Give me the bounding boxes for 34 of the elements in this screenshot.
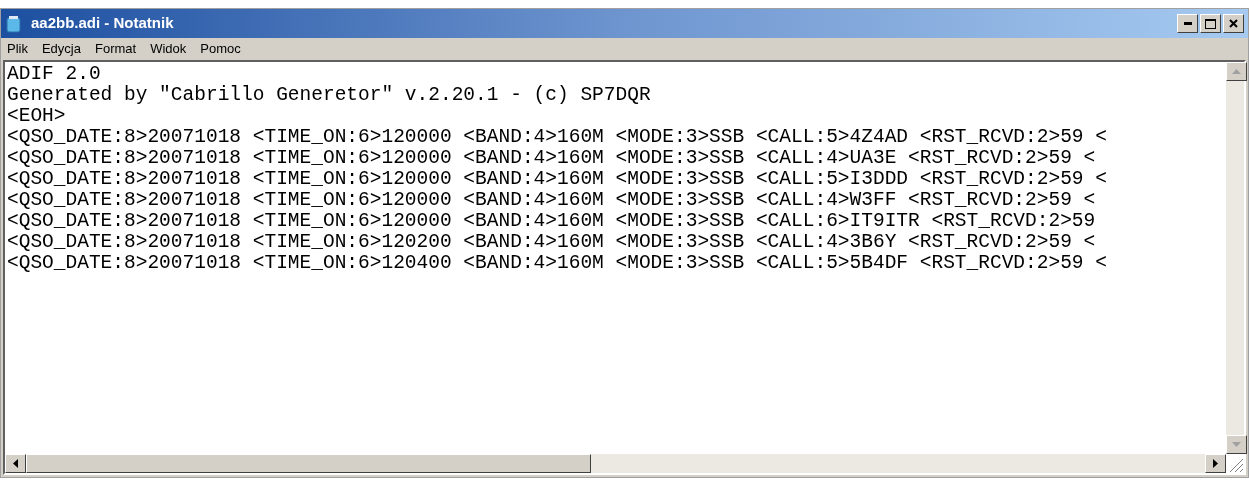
notepad-icon	[5, 14, 23, 33]
close-icon	[1229, 19, 1238, 28]
minimize-icon	[1183, 22, 1192, 25]
scroll-thumb[interactable]	[26, 454, 591, 473]
horizontal-scrollbar[interactable]	[5, 454, 1226, 473]
text-line: ADIF 2.0	[7, 64, 101, 85]
text-line: <QSO_DATE:8>20071018 <TIME_ON:6>120000 <BAND:4>160M <MODE:3>SSB <CALL:4>UA3E <RST_RCVD:2>59 <	[7, 148, 1096, 169]
menu-item[interactable]: Format	[95, 39, 137, 59]
text-line: <QSO_DATE:8>20071018 <TIME_ON:6>120000 <BAND:4>160M <MODE:3>SSB <CALL:6>IT9ITR <RST_RCVD:2>59	[7, 211, 1096, 232]
menu-item[interactable]: Plik	[7, 39, 28, 59]
close-button[interactable]	[1223, 14, 1244, 33]
right-arrow-icon	[1213, 459, 1218, 468]
down-arrow-icon	[1232, 442, 1241, 447]
maximize-icon	[1205, 18, 1216, 29]
scroll-up-button[interactable]	[1226, 62, 1247, 81]
scroll-down-button[interactable]	[1226, 435, 1247, 454]
scroll-right-button[interactable]	[1205, 454, 1226, 473]
text-line: Generated by "Cabrillo Generetor" v.2.20.1 - (c) SP7DQR	[7, 85, 651, 106]
text-line: <QSO_DATE:8>20071018 <TIME_ON:6>120200 <BAND:4>160M <MODE:3>SSB <CALL:4>3B6Y <RST_RCVD:2>59 <	[7, 232, 1096, 253]
text-line: <QSO_DATE:8>20071018 <TIME_ON:6>120000 <BAND:4>160M <MODE:3>SSB <CALL:5>4Z4AD <RST_RCVD:2>59 <	[7, 127, 1107, 148]
text-line: <QSO_DATE:8>20071018 <TIME_ON:6>120000 <BAND:4>160M <MODE:3>SSB <CALL:4>W3FF <RST_RCVD:2>59 <	[7, 190, 1096, 211]
text-line: <EOH>	[7, 106, 66, 127]
scroll-left-button[interactable]	[5, 454, 26, 473]
window-title: aa2bb.adi - Notatnik	[31, 13, 174, 34]
text-line: <QSO_DATE:8>20071018 <TIME_ON:6>120000 <BAND:4>160M <MODE:3>SSB <CALL:5>I3DDD <RST_RCVD:2>59 <	[7, 169, 1107, 190]
minimize-button[interactable]	[1177, 14, 1198, 33]
text-line: <QSO_DATE:8>20071018 <TIME_ON:6>120400 <BAND:4>160M <MODE:3>SSB <CALL:5>5B4DF <RST_RCVD:2>59 <	[7, 253, 1107, 274]
maximize-button[interactable]	[1200, 14, 1221, 33]
menu-item[interactable]: Widok	[150, 39, 187, 59]
left-arrow-icon	[13, 459, 18, 468]
vertical-scrollbar[interactable]	[1226, 62, 1244, 454]
up-arrow-icon	[1232, 69, 1241, 74]
menu-item[interactable]: Edycja	[41, 39, 81, 59]
menu-item[interactable]: Pomoc	[200, 39, 241, 59]
